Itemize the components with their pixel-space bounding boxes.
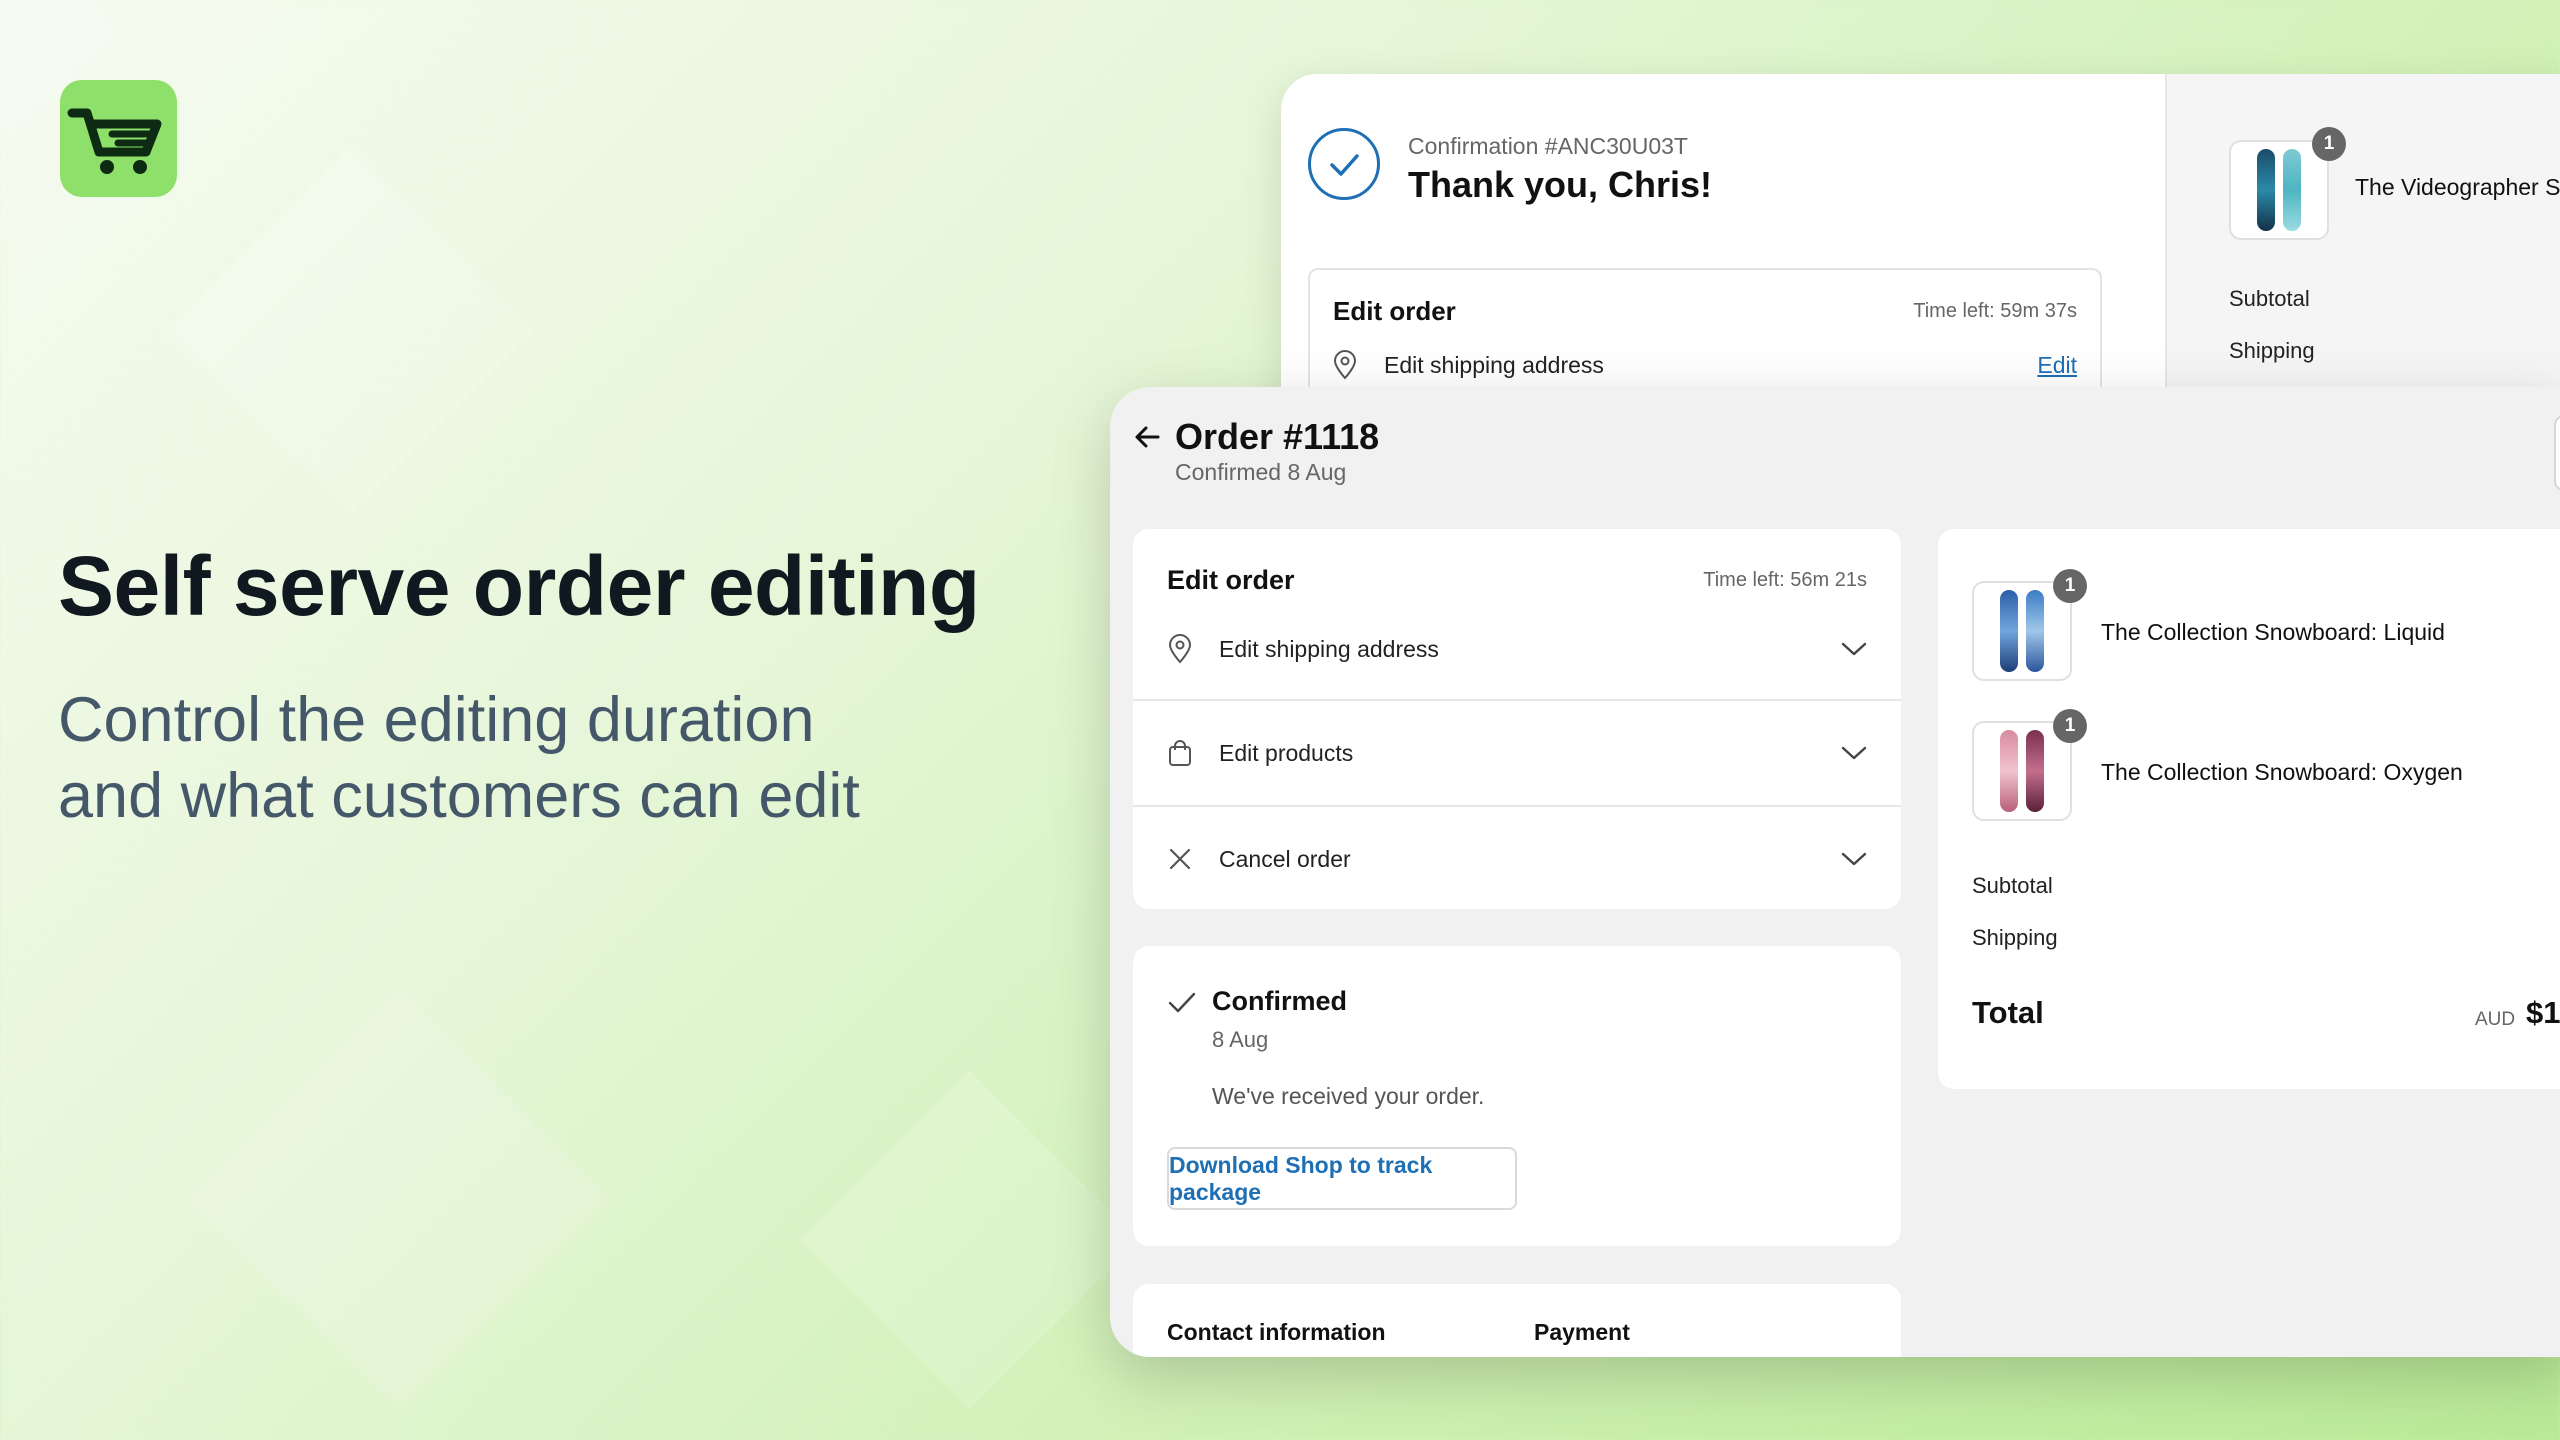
quantity-badge: 1 — [2053, 569, 2087, 603]
edit-shipping-address-label: Edit shipping address — [1384, 352, 1604, 378]
contact-information-heading: Contact information — [1167, 1319, 1386, 1345]
background-diamond — [187, 987, 613, 1413]
total-label: Total — [1972, 995, 2044, 1030]
header-action-button[interactable] — [2554, 415, 2560, 491]
app-logo — [60, 80, 177, 197]
subtotal-label: Subtotal — [2229, 286, 2310, 311]
product-thumbnail — [2229, 140, 2329, 240]
quantity-badge: 1 — [2053, 709, 2087, 743]
cancel-order-row[interactable]: Cancel order — [1133, 807, 1901, 911]
product-name: The Collection Snowboard: Oxygen — [2101, 759, 2463, 785]
payment-heading: Payment — [1534, 1319, 1630, 1345]
location-pin-icon — [1168, 634, 1192, 664]
shopping-cart-icon — [67, 108, 162, 174]
row-label: Edit products — [1219, 739, 1354, 766]
row-label: Cancel order — [1219, 845, 1351, 872]
product-name: The Collection Snowboard: Liquid — [2101, 619, 2445, 645]
checkmark-icon — [1168, 992, 1196, 1013]
total-value: $1 — [2526, 995, 2560, 1030]
hero-subtitle: Control the editing duration and what cu… — [58, 682, 978, 834]
confirmation-check-icon — [1308, 128, 1380, 200]
hero-subtitle-line: Control the editing duration — [58, 685, 815, 755]
row-label: Edit shipping address — [1219, 635, 1439, 662]
chevron-down-icon — [1841, 642, 1867, 656]
shipping-label: Shipping — [2229, 338, 2315, 363]
order-status-card: Confirmed 8 Aug We've received your orde… — [1133, 946, 1901, 1246]
order-confirmed-date: Confirmed 8 Aug — [1175, 459, 1347, 485]
download-shop-button[interactable]: Download Shop to track package — [1167, 1147, 1517, 1210]
shopping-bag-icon — [1169, 740, 1191, 766]
thank-you-heading: Thank you, Chris! — [1408, 164, 1713, 205]
edit-shipping-address-row[interactable]: Edit shipping address — [1133, 597, 1901, 701]
edit-order-title: Edit order — [1333, 296, 1456, 326]
confirmation-window: Confirmation #ANC30U03T Thank you, Chris… — [1281, 74, 2560, 414]
confirmation-number: Confirmation #ANC30U03T — [1408, 133, 1688, 159]
hero-title: Self serve order editing — [58, 539, 980, 633]
quantity-badge: 1 — [2312, 127, 2346, 161]
background-diamond — [166, 146, 534, 514]
order-title: Order #1118 — [1175, 416, 1380, 457]
subtotal-label: Subtotal — [1972, 873, 2053, 898]
shipping-label: Shipping — [1972, 925, 2058, 950]
chevron-down-icon — [1841, 852, 1867, 866]
edit-link[interactable]: Edit — [2037, 352, 2077, 379]
location-pin-icon — [1333, 350, 1357, 380]
chevron-down-icon — [1841, 746, 1867, 760]
edit-order-card: Edit order Time left: 56m 21s Edit shipp… — [1133, 529, 1901, 909]
back-arrow-icon[interactable] — [1130, 420, 1164, 454]
order-summary-card: 1 The Collection Snowboard: Liquid 1 The… — [1938, 529, 2560, 1089]
status-date: 8 Aug — [1212, 1027, 1269, 1052]
time-left: Time left: 59m 37s — [1913, 300, 2077, 322]
order-window: Order #1118 Confirmed 8 Aug Edit order T… — [1110, 387, 2560, 1357]
status-message: We've received your order. — [1212, 1083, 1485, 1109]
product-name: The Videographer S — [2355, 174, 2560, 200]
currency-code: AUD — [2475, 1009, 2516, 1030]
status-title: Confirmed — [1212, 986, 1347, 1016]
hero-subtitle-line: and what customers can edit — [58, 761, 860, 831]
background-diamond — [800, 1070, 1140, 1410]
close-icon — [1169, 848, 1191, 870]
order-summary-panel: 1 The Videographer S Subtotal Shipping — [2165, 74, 2560, 414]
time-left: Time left: 56m 21s — [1703, 569, 1867, 591]
edit-order-title: Edit order — [1167, 565, 1295, 595]
contact-payment-card: Contact information Payment — [1133, 1284, 1901, 1357]
edit-products-row[interactable]: Edit products — [1133, 701, 1901, 805]
